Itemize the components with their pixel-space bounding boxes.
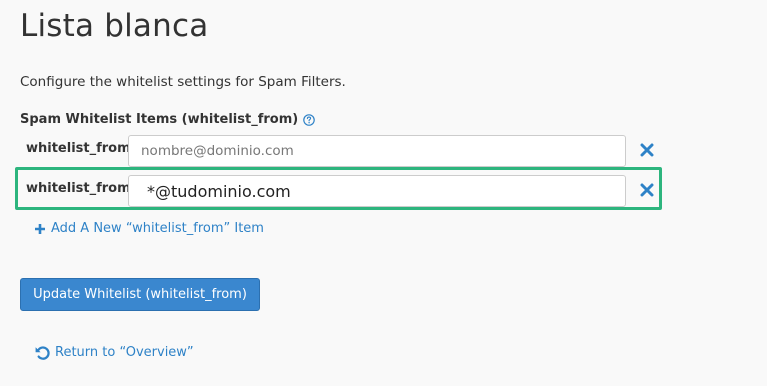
whitelist-item-label: whitelist_from [26, 141, 131, 156]
help-icon[interactable] [303, 113, 316, 126]
page-description: Configure the whitelist settings for Spa… [20, 74, 346, 90]
whitelist-row: whitelist_from [20, 135, 660, 169]
add-item-link[interactable]: Add A New “whitelist_from” Item [34, 221, 264, 236]
whitelist-input[interactable] [128, 175, 626, 207]
update-whitelist-button[interactable]: Update Whitelist (whitelist_from) [20, 278, 260, 311]
remove-item-icon[interactable] [640, 143, 654, 157]
whitelist-section-label-text: Spam Whitelist Items (whitelist_from) [20, 112, 299, 127]
whitelist-row: whitelist_from [20, 175, 660, 209]
remove-item-icon[interactable] [640, 183, 654, 197]
whitelist-input[interactable] [128, 135, 626, 167]
whitelist-item-label: whitelist_from [26, 181, 131, 196]
return-overview-link[interactable]: Return to “Overview” [34, 344, 194, 361]
return-overview-label: Return to “Overview” [55, 345, 194, 360]
add-item-label: Add A New “whitelist_from” Item [51, 221, 264, 236]
page-title: Lista blanca [20, 8, 209, 44]
whitelist-section-label: Spam Whitelist Items (whitelist_from) [20, 112, 316, 127]
plus-icon [35, 223, 45, 234]
undo-icon [35, 346, 50, 360]
